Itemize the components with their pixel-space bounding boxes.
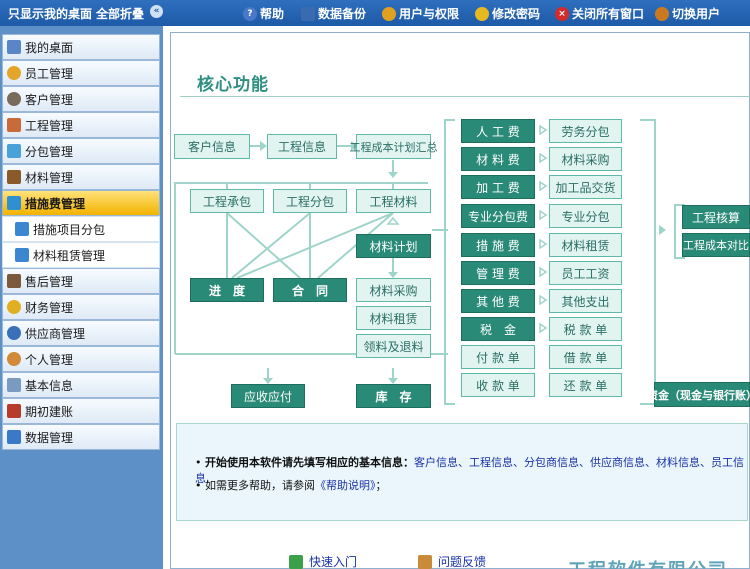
sidebar-item-data[interactable]: 数据管理	[2, 424, 160, 450]
sidebar-item-aftersales[interactable]: 售后管理	[2, 268, 160, 294]
sidebar-item-measures[interactable]: 措施费管理	[2, 190, 160, 216]
change-password-button[interactable]: 修改密码	[475, 5, 540, 22]
flow-material-purchase[interactable]: 材料采购	[356, 278, 431, 302]
sidebar-item-supplier[interactable]: 供应商管理	[2, 320, 160, 346]
sidebar-item-employee[interactable]: 员工管理	[2, 60, 160, 86]
finance-icon	[7, 300, 21, 314]
close-all-windows-button[interactable]: × 关闭所有窗口	[555, 5, 644, 22]
collapse-all-link[interactable]: 全部折叠	[96, 5, 144, 22]
feedback-link[interactable]: 问题反馈	[418, 553, 486, 569]
folder-icon	[15, 222, 29, 236]
flow-cost-plan[interactable]: 工程成本计划汇总	[350, 134, 438, 159]
sidebar-item-customer[interactable]: 客户管理	[2, 86, 160, 112]
top-toolbar: 只显示我的桌面 全部折叠 « ? 帮助 数据备份 用户与权限 修改密码 × 关闭…	[0, 0, 750, 26]
help-button[interactable]: ? 帮助	[243, 5, 284, 22]
payment-doc[interactable]: 付 款 单	[461, 345, 535, 369]
users-permissions-button[interactable]: 用户与权限	[382, 5, 459, 22]
document-icon	[7, 378, 21, 392]
sidebar-item-finance[interactable]: 财务管理	[2, 294, 160, 320]
database-icon	[7, 430, 21, 444]
flow-material-rent[interactable]: 材料租赁	[356, 306, 431, 330]
fee-pro-subcontract[interactable]: 专业分包费	[461, 204, 535, 228]
flow-project-material[interactable]: 工程材料	[356, 189, 431, 213]
flow-progress[interactable]: 进 度	[190, 278, 264, 302]
receipt-doc[interactable]: 收 款 单	[461, 373, 535, 397]
info-line-help: • 如需更多帮助，请参阅《帮助说明》；	[195, 479, 387, 492]
flow-subcontract[interactable]: 工程分包	[273, 189, 347, 213]
switch-user-button[interactable]: 切换用户	[655, 5, 720, 22]
box-icon	[418, 554, 432, 569]
repay-doc[interactable]: 还 款 单	[549, 373, 622, 397]
flow-material-plan[interactable]: 材料计划	[356, 234, 431, 258]
src-processed-goods[interactable]: 加工品交货	[549, 175, 622, 199]
personal-icon	[7, 352, 21, 366]
folder-icon	[15, 248, 29, 262]
desktop-icon	[7, 40, 21, 54]
sidebar-subitem-measure-subcontract[interactable]: 措施项目分包	[2, 216, 160, 242]
info-panel: • 开始使用本软件请先填写相应的基本信息：客户信息、工程信息、分包商信息、供应商…	[176, 423, 748, 521]
sidebar-item-personal[interactable]: 个人管理	[2, 346, 160, 372]
loan-doc[interactable]: 借 款 单	[549, 345, 622, 369]
fee-labor[interactable]: 人 工 费	[461, 119, 535, 143]
funds-cash-bank[interactable]: 资金（现金与银行账）	[647, 382, 750, 407]
sidebar-item-desktop[interactable]: 我的桌面	[2, 34, 160, 60]
src-material-rent[interactable]: 材料租赁	[549, 233, 622, 257]
fee-measures[interactable]: 措 施 费	[461, 233, 535, 257]
sidebar-menu: 我的桌面 员工管理 客户管理 工程管理 分包管理 材料管理 措施费管理 措施项目…	[2, 34, 160, 450]
question-icon: ?	[243, 6, 257, 21]
fee-tax[interactable]: 税 金	[461, 317, 535, 341]
sidebar: 我的桌面 员工管理 客户管理 工程管理 分包管理 材料管理 措施费管理 措施项目…	[0, 26, 163, 569]
book-icon	[7, 404, 21, 418]
title-divider	[180, 96, 750, 97]
sidebar-item-subcontract[interactable]: 分包管理	[2, 138, 160, 164]
fee-management[interactable]: 管 理 费	[461, 261, 535, 285]
flow-customer-info[interactable]: 客户信息	[174, 134, 250, 159]
help-manual-link[interactable]: 《帮助说明》	[315, 479, 376, 492]
src-other-expense[interactable]: 其他支出	[549, 289, 622, 313]
employee-icon	[7, 66, 21, 80]
sidebar-item-basic-info[interactable]: 基本信息	[2, 372, 160, 398]
info-basic-label: 开始使用本软件请先填写相应的基本信息：	[205, 456, 414, 469]
arrow-icon	[289, 554, 303, 569]
show-desktop-link[interactable]: 只显示我的桌面	[8, 5, 92, 22]
switch-user-icon	[655, 6, 669, 21]
flow-material-pick[interactable]: 领料及退料	[356, 334, 431, 358]
sidebar-item-materials[interactable]: 材料管理	[2, 164, 160, 190]
customer-icon	[7, 92, 21, 106]
quick-start-link[interactable]: 快速入门	[289, 553, 357, 569]
aftersales-icon	[7, 274, 21, 288]
src-staff-wage[interactable]: 员工工资	[549, 261, 622, 285]
sidebar-item-opening-balance[interactable]: 期初建账	[2, 398, 160, 424]
subcontract-icon	[7, 144, 21, 158]
house-icon	[7, 118, 21, 132]
flow-inventory[interactable]: 库 存	[356, 384, 431, 408]
backup-button[interactable]: 数据备份	[301, 5, 366, 22]
double-left-arrow-icon[interactable]: «	[150, 5, 163, 18]
project-settlement[interactable]: 工程核算	[682, 205, 750, 229]
materials-icon	[7, 170, 21, 184]
src-material-purchase[interactable]: 材料采购	[549, 147, 622, 171]
src-labor-subcontract[interactable]: 劳务分包	[549, 119, 622, 143]
fee-other[interactable]: 其 他 费	[461, 289, 535, 313]
flow-project-info[interactable]: 工程信息	[267, 134, 337, 159]
section-title: 核心功能	[197, 75, 269, 95]
flow-contract-doc[interactable]: 合 同	[273, 278, 347, 302]
database-icon	[301, 6, 315, 21]
flow-receivable[interactable]: 应收应付	[231, 384, 305, 408]
company-name: 工程软件有限公司	[568, 556, 728, 569]
sidebar-subitem-material-rent[interactable]: 材料租赁管理	[2, 242, 160, 268]
flow-contract[interactable]: 工程承包	[190, 189, 264, 213]
supplier-icon	[7, 326, 21, 340]
key-icon	[475, 6, 489, 21]
fee-material[interactable]: 材 料 费	[461, 147, 535, 171]
sidebar-item-project[interactable]: 工程管理	[2, 112, 160, 138]
measures-icon	[7, 196, 21, 210]
fee-processing[interactable]: 加 工 费	[461, 175, 535, 199]
users-icon	[382, 6, 396, 21]
close-icon: ×	[555, 6, 569, 21]
src-pro-subcontract[interactable]: 专业分包	[549, 204, 622, 228]
src-tax-doc[interactable]: 税 款 单	[549, 317, 622, 341]
cost-comparison[interactable]: 工程成本对比	[682, 233, 750, 257]
